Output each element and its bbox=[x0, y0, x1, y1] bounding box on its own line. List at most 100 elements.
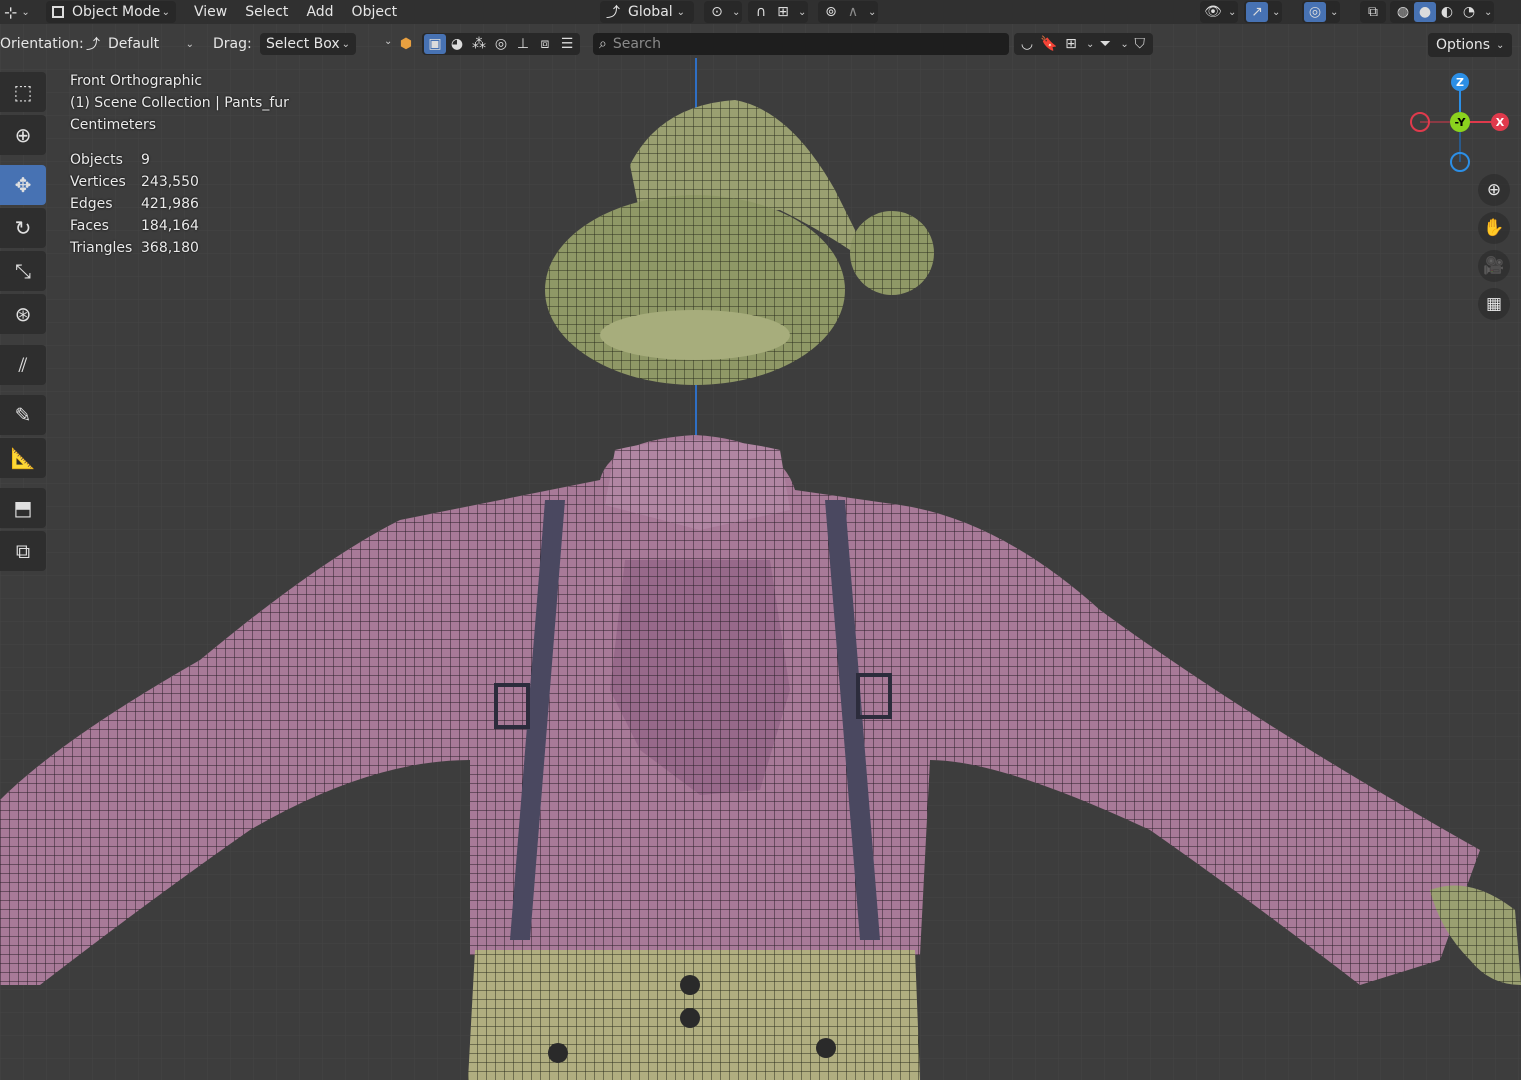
y-axis-label: -Y bbox=[1455, 116, 1467, 129]
overlays-icon[interactable]: ◎ bbox=[1304, 2, 1326, 22]
proportional-edit-group[interactable]: ⊚ ∧ ⌄ bbox=[818, 1, 879, 23]
gizmo-icon[interactable]: ↗ bbox=[1246, 2, 1268, 22]
mesh-filter-icon[interactable]: ▣ bbox=[424, 34, 446, 54]
stat-row-vertices: Vertices 243,550 bbox=[70, 171, 199, 193]
menu-select[interactable]: Select bbox=[239, 1, 294, 23]
tool-settings-bar: Orientation: ⤴ Default ⌄ Drag: Select Bo… bbox=[0, 30, 1521, 58]
visibility-dropdown[interactable]: 👁 ⌄ bbox=[1200, 1, 1239, 23]
annotate-line-tool[interactable]: ⫽ bbox=[0, 345, 46, 385]
rendered-shading-icon[interactable]: ◔ bbox=[1458, 2, 1480, 22]
chevron-down-icon: ⌄ bbox=[1330, 6, 1339, 18]
axis-gizmo[interactable]: Z X -Y bbox=[1405, 70, 1515, 180]
filter-types-group[interactable]: ▣ ◕ ⁂ ◎ ⊥ ⧈ ☰ bbox=[422, 33, 580, 55]
select-cursor-icon: ⬚ bbox=[13, 80, 33, 104]
orientation-value: Default bbox=[108, 36, 160, 52]
editor-type-button[interactable]: ⊹ ⌄ bbox=[0, 1, 38, 23]
editor-type-icon: ⊹ bbox=[4, 2, 18, 22]
collection-color-icon[interactable]: ⬢ bbox=[396, 34, 416, 54]
move-arrows-icon: ✥ bbox=[14, 173, 32, 197]
stat-value: 243,550 bbox=[141, 174, 199, 190]
stat-label: Faces bbox=[70, 218, 109, 234]
snap-icon[interactable]: ∩ bbox=[750, 2, 772, 22]
bookmark-icon[interactable]: 🔖 bbox=[1038, 34, 1060, 54]
chevron-down-icon[interactable]: ⌄ bbox=[384, 36, 392, 47]
pan-button[interactable]: ✋ bbox=[1478, 212, 1510, 244]
particles-filter-icon[interactable]: ⁂ bbox=[468, 34, 490, 54]
stat-row-faces: Faces 184,164 bbox=[70, 215, 199, 237]
ruler-icon: 📐 bbox=[10, 446, 36, 470]
move-tool[interactable]: ✥ bbox=[0, 165, 46, 205]
xray-toggle[interactable]: ⧉ bbox=[1360, 1, 1386, 23]
stat-label: Vertices bbox=[70, 174, 126, 190]
snap-group[interactable]: ∩ ⊞ ⌄ bbox=[748, 1, 809, 23]
menu-view[interactable]: View bbox=[188, 1, 233, 23]
pivot-point-dropdown[interactable]: ⊙ ⌄ bbox=[704, 1, 743, 23]
snap-increment-icon[interactable]: ⊞ bbox=[772, 2, 794, 22]
hand-icon: ✋ bbox=[1483, 218, 1505, 238]
transform-tool[interactable]: ⊛ bbox=[0, 294, 46, 334]
curve-icon[interactable]: ◡ bbox=[1016, 34, 1038, 54]
menu-object[interactable]: Object bbox=[346, 1, 404, 23]
search-input[interactable]: ⌕ Search bbox=[593, 33, 1009, 55]
unit-system: Centimeters bbox=[70, 117, 157, 133]
chevron-down-icon: ⌄ bbox=[1086, 38, 1095, 50]
stat-row-objects: Objects 9 bbox=[70, 149, 199, 171]
filter-icon[interactable]: ⏷ bbox=[1094, 34, 1116, 54]
cursor-crosshair-icon: ⊕ bbox=[14, 123, 32, 147]
pivot-icon: ⊙ bbox=[711, 4, 723, 20]
chevron-down-icon: ⌄ bbox=[1120, 38, 1129, 50]
search-options-group[interactable]: ◡ 🔖 ⊞ ⌄ ⏷ ⌄ ⛉ bbox=[1014, 33, 1153, 55]
measure-tool[interactable]: 📐 bbox=[0, 438, 46, 478]
proportional-edit-icon[interactable]: ⊚ bbox=[820, 2, 842, 22]
solid-shading-icon[interactable]: ● bbox=[1414, 2, 1436, 22]
overlays-dropdown[interactable]: ◎ ⌄ bbox=[1302, 1, 1341, 23]
orientation-label: Orientation: bbox=[0, 36, 84, 52]
ortho-toggle-button[interactable]: ▦ bbox=[1478, 288, 1510, 320]
image-filter-icon[interactable]: ⧈ bbox=[534, 34, 556, 54]
stat-row-edges: Edges 421,986 bbox=[70, 193, 199, 215]
zoom-icon: ⊕ bbox=[1486, 180, 1502, 200]
annotate-tool[interactable]: ✎ bbox=[0, 395, 46, 435]
add-cube-tool[interactable]: ⬒ bbox=[0, 488, 46, 528]
rotate-icon: ↻ bbox=[14, 216, 32, 240]
scale-tool[interactable]: ⤡ bbox=[0, 251, 46, 291]
search-placeholder: Search bbox=[612, 36, 661, 52]
view-name: Front Orthographic bbox=[70, 73, 203, 89]
camera-view-button[interactable]: 🎥 bbox=[1478, 250, 1510, 282]
stat-label: Triangles bbox=[70, 240, 133, 256]
node-filter-icon[interactable]: ⊥ bbox=[512, 34, 534, 54]
shield-icon[interactable]: ⛉ bbox=[1129, 34, 1151, 54]
chevron-down-icon: ⌄ bbox=[161, 6, 170, 18]
rotate-tool[interactable]: ↻ bbox=[0, 208, 46, 248]
shading-group[interactable]: ◍ ● ◐ ◔ ⌄ bbox=[1390, 1, 1495, 23]
transform-orientation-dropdown[interactable]: ⤴ Global ⌄ bbox=[600, 1, 694, 23]
world-filter-icon[interactable]: ◎ bbox=[490, 34, 512, 54]
mode-dropdown[interactable]: Object Mode ⌄ bbox=[46, 1, 176, 23]
orientation-icon: ⤴ bbox=[606, 5, 620, 21]
material-shading-icon[interactable]: ◐ bbox=[1436, 2, 1458, 22]
menu-add[interactable]: Add bbox=[300, 1, 339, 23]
material-filter-icon[interactable]: ◕ bbox=[446, 34, 468, 54]
wireframe-shading-icon[interactable]: ◍ bbox=[1392, 2, 1414, 22]
xray-icon[interactable]: ⧉ bbox=[1362, 2, 1384, 22]
hierarchy-icon[interactable]: ⊞ bbox=[1060, 34, 1082, 54]
cursor-tool[interactable]: ⊕ bbox=[0, 115, 46, 155]
add-primitive-tool[interactable]: ⧉ bbox=[0, 531, 46, 571]
library-filter-icon[interactable]: ☰ bbox=[556, 34, 578, 54]
drag-dropdown[interactable]: Select Box ⌄ bbox=[260, 33, 356, 55]
options-dropdown[interactable]: Options ⌄ bbox=[1428, 33, 1513, 57]
chevron-down-icon: ⌄ bbox=[1228, 6, 1237, 18]
options-label: Options bbox=[1436, 37, 1491, 53]
chevron-down-icon: ⌄ bbox=[732, 6, 741, 18]
select-box-tool[interactable]: ⬚ bbox=[0, 72, 46, 112]
orientation-dropdown[interactable]: ⤴ Default ⌄ bbox=[80, 33, 200, 55]
zoom-button[interactable]: ⊕ bbox=[1478, 174, 1510, 206]
mode-label: Object Mode bbox=[72, 4, 161, 20]
chevron-down-icon: ⌄ bbox=[1496, 39, 1505, 51]
chevron-down-icon: ⌄ bbox=[1484, 6, 1493, 18]
gizmo-dropdown[interactable]: ↗ ⌄ bbox=[1244, 1, 1283, 23]
falloff-icon[interactable]: ∧ bbox=[842, 2, 864, 22]
stat-value: 9 bbox=[141, 152, 150, 168]
eye-icon[interactable]: 👁 bbox=[1202, 2, 1224, 22]
viewport-canvas[interactable] bbox=[0, 0, 1521, 1080]
